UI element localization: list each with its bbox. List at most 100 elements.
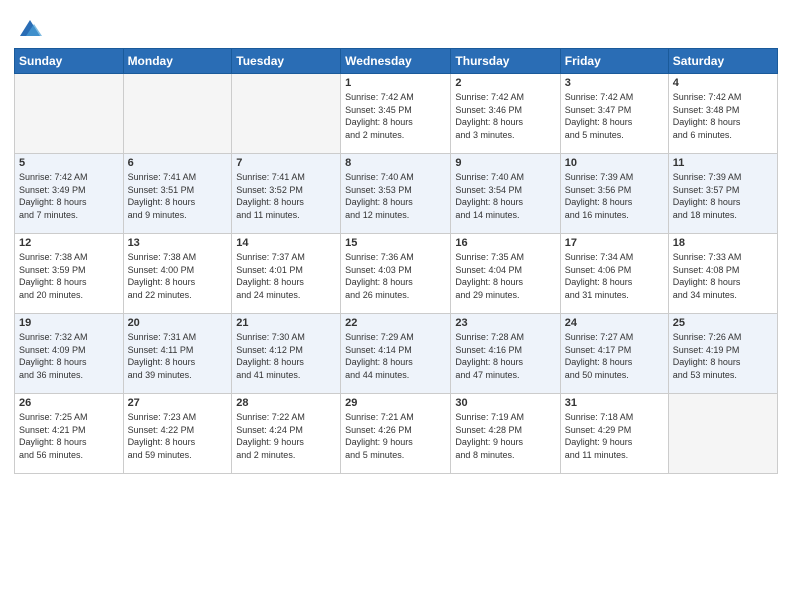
day-info: Sunrise: 7:39 AM Sunset: 3:57 PM Dayligh… [673,171,773,221]
day-number: 14 [236,237,336,249]
calendar-cell: 8Sunrise: 7:40 AM Sunset: 3:53 PM Daylig… [341,154,451,234]
day-number: 31 [565,397,664,409]
calendar-cell: 26Sunrise: 7:25 AM Sunset: 4:21 PM Dayli… [15,394,124,474]
day-info: Sunrise: 7:30 AM Sunset: 4:12 PM Dayligh… [236,331,336,381]
day-info: Sunrise: 7:28 AM Sunset: 4:16 PM Dayligh… [455,331,555,381]
calendar-cell: 20 Sunrise: 7:31 AM Sunset: 4:11 PM Dayli… [123,314,232,394]
calendar-cell: 16 Sunrise: 7:35 AM Sunset: 4:04 PM Dayli… [451,234,560,314]
day-number: 30 [455,397,555,409]
day-number: 16 [455,237,555,249]
day-number: 27 [128,397,228,409]
day-info: Sunrise: 7:38 AM Sunset: 4:00 PM Dayligh… [128,251,228,301]
day-number: 23 [455,317,555,329]
calendar-cell: 30 Sunrise: 7:19 AM Sunset: 4:28 PM Dayli… [451,394,560,474]
calendar-header-row: SundayMondayTuesdayWednesdayThursdayFrid… [15,49,778,74]
calendar-cell: 23 Sunrise: 7:28 AM Sunset: 4:16 PM Dayli… [451,314,560,394]
calendar-cell [232,74,341,154]
day-info: Sunrise: 7:34 AM Sunset: 4:06 PM Dayligh… [565,251,664,301]
calendar-header-friday: Friday [560,49,668,74]
day-info: Sunrise: 7:37 AM Sunset: 4:01 PM Dayligh… [236,251,336,301]
calendar-cell: 10 Sunrise: 7:39 AM Sunset: 3:56 PM Dayli… [560,154,668,234]
day-info: Sunrise: 7:41 AM Sunset: 3:51 PM Dayligh… [128,171,228,221]
calendar-cell: 2 Sunrise: 7:42 AM Sunset: 3:46 PM Daylig… [451,74,560,154]
calendar-week-2: 5 Sunrise: 7:42 AM Sunset: 3:49 PM Daylig… [15,154,778,234]
calendar-cell: 13 Sunrise: 7:38 AM Sunset: 4:00 PM Dayli… [123,234,232,314]
day-number: 5 [19,157,119,169]
day-info: Sunrise: 7:21 AM Sunset: 4:26 PM Dayligh… [345,411,446,461]
calendar-cell: 9 Sunrise: 7:40 AM Sunset: 3:54 PM Daylig… [451,154,560,234]
calendar-week-4: 19 Sunrise: 7:32 AM Sunset: 4:09 PM Dayli… [15,314,778,394]
day-number: 24 [565,317,664,329]
day-number: 10 [565,157,664,169]
calendar-cell: 17 Sunrise: 7:34 AM Sunset: 4:06 PM Dayli… [560,234,668,314]
day-info: Sunrise: 7:42 AM Sunset: 3:47 PM Dayligh… [565,91,664,141]
day-number: 22 [345,317,446,329]
day-info: Sunrise: 7:39 AM Sunset: 3:56 PM Dayligh… [565,171,664,221]
day-info: Sunrise: 7:22 AM Sunset: 4:24 PM Dayligh… [236,411,336,461]
day-number: 7 [236,157,336,169]
calendar-cell: 7 Sunrise: 7:41 AM Sunset: 3:52 PM Daylig… [232,154,341,234]
day-info: Sunrise: 7:33 AM Sunset: 4:08 PM Dayligh… [673,251,773,301]
day-info: Sunrise: 7:41 AM Sunset: 3:52 PM Dayligh… [236,171,336,221]
day-number: 20 [128,317,228,329]
day-info: Sunrise: 7:35 AM Sunset: 4:04 PM Dayligh… [455,251,555,301]
day-number: 11 [673,157,773,169]
day-number: 18 [673,237,773,249]
logo-icon [16,14,44,42]
calendar-cell: 21Sunrise: 7:30 AM Sunset: 4:12 PM Dayli… [232,314,341,394]
day-number: 9 [455,157,555,169]
day-number: 12 [19,237,119,249]
calendar-cell: 25 Sunrise: 7:26 AM Sunset: 4:19 PM Dayli… [668,314,777,394]
calendar-cell: 31 Sunrise: 7:18 AM Sunset: 4:29 PM Dayli… [560,394,668,474]
calendar-cell: 11 Sunrise: 7:39 AM Sunset: 3:57 PM Dayli… [668,154,777,234]
day-info: Sunrise: 7:26 AM Sunset: 4:19 PM Dayligh… [673,331,773,381]
day-info: Sunrise: 7:42 AM Sunset: 3:49 PM Dayligh… [19,171,119,221]
day-info: Sunrise: 7:18 AM Sunset: 4:29 PM Dayligh… [565,411,664,461]
day-number: 17 [565,237,664,249]
calendar-cell: 12 Sunrise: 7:38 AM Sunset: 3:59 PM Dayli… [15,234,124,314]
calendar-cell [15,74,124,154]
day-info: Sunrise: 7:40 AM Sunset: 3:54 PM Dayligh… [455,171,555,221]
day-number: 26 [19,397,119,409]
day-info: Sunrise: 7:38 AM Sunset: 3:59 PM Dayligh… [19,251,119,301]
calendar-cell: 19 Sunrise: 7:32 AM Sunset: 4:09 PM Dayli… [15,314,124,394]
calendar-week-1: 1Sunrise: 7:42 AM Sunset: 3:45 PM Daylig… [15,74,778,154]
day-number: 6 [128,157,228,169]
calendar-table: SundayMondayTuesdayWednesdayThursdayFrid… [14,48,778,474]
day-info: Sunrise: 7:42 AM Sunset: 3:46 PM Dayligh… [455,91,555,141]
calendar-cell: 24 Sunrise: 7:27 AM Sunset: 4:17 PM Dayli… [560,314,668,394]
day-info: Sunrise: 7:42 AM Sunset: 3:48 PM Dayligh… [673,91,773,141]
day-info: Sunrise: 7:27 AM Sunset: 4:17 PM Dayligh… [565,331,664,381]
header [14,10,778,42]
day-number: 28 [236,397,336,409]
calendar-cell: 28 Sunrise: 7:22 AM Sunset: 4:24 PM Dayli… [232,394,341,474]
day-number: 3 [565,77,664,89]
calendar-header-tuesday: Tuesday [232,49,341,74]
calendar-cell: 1Sunrise: 7:42 AM Sunset: 3:45 PM Daylig… [341,74,451,154]
calendar-cell: 29 Sunrise: 7:21 AM Sunset: 4:26 PM Dayli… [341,394,451,474]
day-number: 25 [673,317,773,329]
day-info: Sunrise: 7:32 AM Sunset: 4:09 PM Dayligh… [19,331,119,381]
day-number: 13 [128,237,228,249]
day-info: Sunrise: 7:23 AM Sunset: 4:22 PM Dayligh… [128,411,228,461]
calendar-cell [123,74,232,154]
day-info: Sunrise: 7:36 AM Sunset: 4:03 PM Dayligh… [345,251,446,301]
day-number: 29 [345,397,446,409]
calendar-cell [668,394,777,474]
calendar-cell: 27 Sunrise: 7:23 AM Sunset: 4:22 PM Dayli… [123,394,232,474]
day-info: Sunrise: 7:40 AM Sunset: 3:53 PM Dayligh… [345,171,446,221]
day-info: Sunrise: 7:31 AM Sunset: 4:11 PM Dayligh… [128,331,228,381]
day-number: 1 [345,77,446,89]
calendar-cell: 14 Sunrise: 7:37 AM Sunset: 4:01 PM Dayli… [232,234,341,314]
day-info: Sunrise: 7:29 AM Sunset: 4:14 PM Dayligh… [345,331,446,381]
page-container: SundayMondayTuesdayWednesdayThursdayFrid… [0,0,792,612]
calendar-cell: 3 Sunrise: 7:42 AM Sunset: 3:47 PM Daylig… [560,74,668,154]
calendar-header-wednesday: Wednesday [341,49,451,74]
day-number: 2 [455,77,555,89]
logo [14,14,44,42]
calendar-week-5: 26Sunrise: 7:25 AM Sunset: 4:21 PM Dayli… [15,394,778,474]
day-number: 19 [19,317,119,329]
day-info: Sunrise: 7:19 AM Sunset: 4:28 PM Dayligh… [455,411,555,461]
calendar-cell: 4 Sunrise: 7:42 AM Sunset: 3:48 PM Daylig… [668,74,777,154]
day-number: 4 [673,77,773,89]
